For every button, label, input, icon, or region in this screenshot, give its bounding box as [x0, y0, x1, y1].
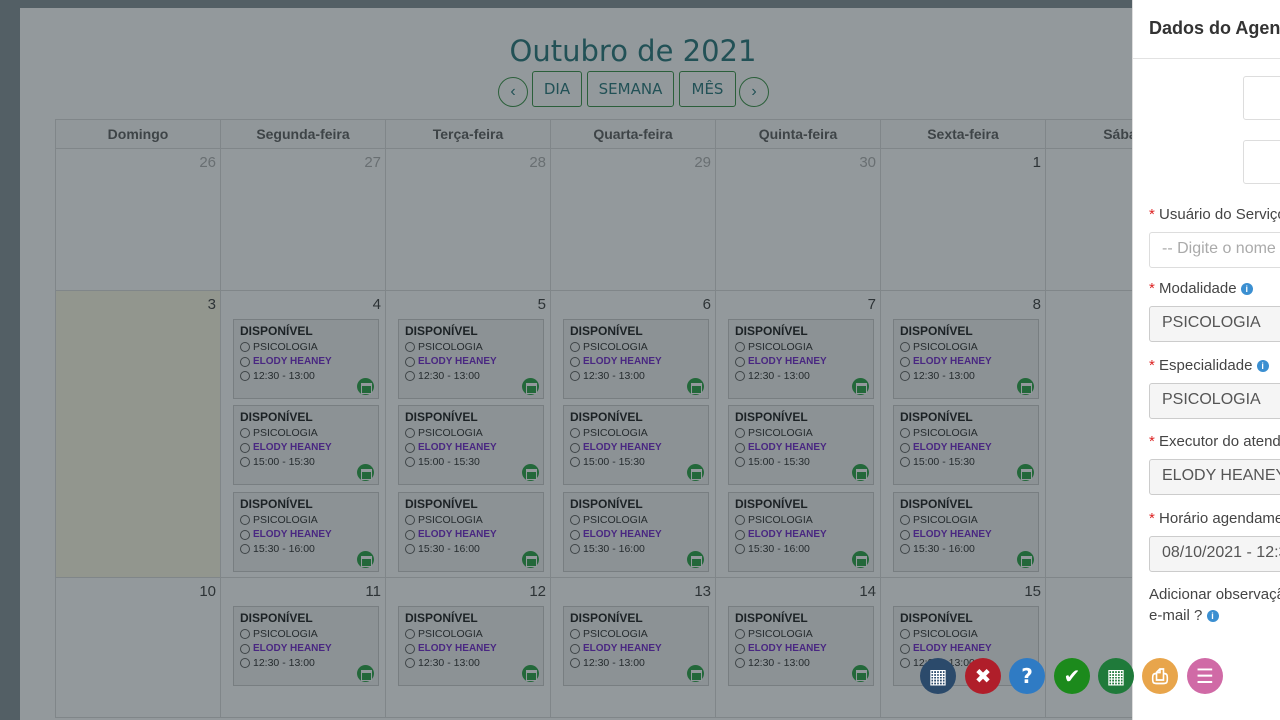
observation-label-2: e-mail ? i — [1149, 607, 1219, 624]
calendar-add-icon: ▦ — [1106, 664, 1126, 688]
time-input[interactable]: 08/10/2021 - 12:30 — [1149, 536, 1280, 572]
sliders-icon: ☰ — [1196, 664, 1214, 688]
question-icon: ? — [1021, 664, 1033, 688]
user-search-input[interactable]: -- Digite o nome — [1149, 232, 1280, 268]
delete-fab-button[interactable]: ✖ — [965, 658, 1001, 694]
info-icon: i — [1256, 360, 1269, 373]
divider — [1133, 58, 1280, 59]
trash-icon: ✖ — [974, 664, 992, 688]
calendar-icon: ▦ — [928, 664, 948, 688]
check-icon: ✔ — [1063, 664, 1081, 688]
executor-select[interactable]: ELODY HEANEY — [1149, 459, 1280, 495]
toggle-button[interactable] — [1243, 76, 1280, 120]
info-icon: i — [1240, 283, 1253, 296]
help-fab-button[interactable]: ? — [1009, 658, 1045, 694]
print-icon: ⎙ — [1152, 664, 1168, 688]
time-field-label: * Horário agendamento — [1149, 510, 1280, 527]
user-field-label: * Usuário do Serviço — [1149, 206, 1280, 223]
specialty-select[interactable]: PSICOLOGIA — [1149, 383, 1280, 419]
side-panel-title: Dados do Agendamento — [1149, 18, 1280, 38]
modality-select[interactable]: PSICOLOGIA — [1149, 306, 1280, 342]
schedule-fab-button[interactable]: ▦ — [1098, 658, 1134, 694]
observation-label: Adicionar observação — [1149, 586, 1280, 603]
info-icon: i — [1206, 610, 1219, 623]
confirm-fab-button[interactable]: ✔ — [1054, 658, 1090, 694]
appointment-side-panel: Dados do Agendamento * Usuário do Serviç… — [1132, 0, 1280, 720]
executor-field-label: * Executor do atendimento — [1149, 433, 1280, 450]
filters-fab-button[interactable]: ☰ — [1187, 658, 1223, 694]
toggle-button[interactable] — [1243, 140, 1280, 184]
print-fab-button[interactable]: ⎙ — [1142, 658, 1178, 694]
modality-field-label: * Modalidade i — [1149, 280, 1253, 297]
specialty-field-label: * Especialidade i — [1149, 357, 1269, 374]
calendar-fab-button[interactable]: ▦ — [920, 658, 956, 694]
modal-backdrop[interactable] — [0, 0, 1280, 720]
